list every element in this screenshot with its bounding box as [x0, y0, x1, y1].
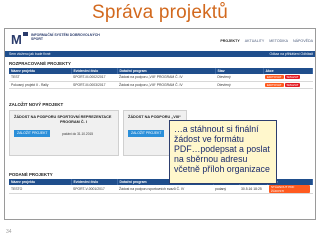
card-title: ŽÁDOST NA PODPORU SPORTOVNÍ REPREZENTACE…	[14, 115, 111, 125]
cell-submitted-date: 30.5.16 18:25	[239, 185, 267, 194]
annotation-callout: …a stáhnout si finální žádost ve formátu…	[169, 120, 277, 184]
cell-project-name: TESTO	[9, 185, 71, 194]
cell-status: podaný	[213, 185, 239, 194]
app-header: M INFORMAČNÍ SYSTÉM DOBROVOLNÝCH SPORT P…	[5, 29, 315, 51]
nav-item-napoveda[interactable]: NÁPOVĚDA	[293, 39, 313, 43]
program-card-1: ŽÁDOST NA PODPORU SPORTOVNÍ REPREZENTACE…	[9, 110, 119, 156]
cell-reg-number: SPORT-III-0003/2017	[71, 81, 117, 89]
cell-status: Otevřený	[215, 81, 263, 89]
card-subtitle: PROGRAM Č. I	[60, 120, 87, 124]
cell-program: Žádost na podporu „VIII“ PROGRAM Č. IV	[117, 74, 215, 82]
callout-text: …a stáhnout si finální žádost ve formátu…	[174, 124, 270, 174]
nav-item-projekty[interactable]: PROJEKTY	[220, 39, 239, 43]
cell-actions: STÁHNOUT PDF ŽÁDOSTI	[267, 185, 313, 194]
breadcrumb[interactable]: Sem vloženo jak bude fixné	[9, 52, 50, 56]
breadcrumb-bar: Sem vloženo jak bude fixné Odkaz na přih…	[5, 51, 315, 57]
table-row: Pokusný projekt II - Rally SPORT-III-000…	[9, 81, 313, 89]
account-links[interactable]: Odkaz na přihlášení Odhlásit	[269, 51, 313, 57]
section-title-in-progress: ROZPRACOVANÉ PROJEKTY	[9, 61, 71, 66]
logo-text: INFORMAČNÍ SYSTÉM DOBROVOLNÝCH SPORT	[31, 33, 100, 41]
create-project-button[interactable]: ZALOŽIT PROJEKT	[128, 130, 165, 137]
cell-status: Otevřený	[215, 74, 263, 82]
page-number: 34	[6, 229, 12, 235]
in-progress-table: Název projektu Evidenční číslo Dotační p…	[9, 68, 313, 89]
nav-item-aktuality[interactable]: AKTUALITY	[245, 39, 265, 43]
delete-button[interactable]: SMAZAT	[284, 75, 301, 80]
create-project-button[interactable]: ZALOŽIT PROJEKT	[14, 130, 51, 137]
cell-actions: EDITOVAT SMAZAT	[263, 81, 313, 89]
card-title-text: ŽÁDOST NA PODPORU SPORTOVNÍ REPREZENTACE	[14, 115, 112, 119]
top-navigation: PROJEKTY AKTUALITY METODIKA NÁPOVĚDA	[220, 39, 313, 43]
cell-actions: EDITOVAT SMAZAT	[263, 74, 313, 82]
cell-program: Žádost na podporu sportovních svazů Č. I…	[117, 185, 213, 194]
download-pdf-button[interactable]: STÁHNOUT PDF ŽÁDOSTI	[269, 185, 310, 193]
nav-item-metodika[interactable]: METODIKA	[269, 39, 288, 43]
cell-reg-number: SPORT-III-0002/2017	[71, 74, 117, 82]
cell-reg-number: SPORT-V-0001/2017	[71, 185, 117, 194]
section-title-new-project: ZALOŽIT NOVÝ PROJEKT	[9, 102, 64, 107]
edit-button[interactable]: EDITOVAT	[265, 82, 284, 87]
svg-text:M: M	[11, 32, 22, 47]
msmt-logo-icon: M	[11, 32, 28, 47]
cell-project-name: TEST	[9, 74, 71, 82]
slide-title: Správa projektů	[91, 2, 229, 23]
cell-project-name: Pokusný projekt II - Rally	[9, 81, 71, 89]
deadline-note: podání do 31.10.2015	[62, 132, 94, 136]
section-title-submitted: PODANÉ PROJEKTY	[9, 172, 53, 177]
edit-button[interactable]: EDITOVAT	[265, 75, 284, 80]
table-row: TESTO SPORT-V-0001/2017 Žádost na podpor…	[9, 185, 313, 194]
delete-button[interactable]: SMAZAT	[284, 82, 301, 87]
cell-program: Žádost na podporu „VIII“ PROGRAM Č. IV	[117, 81, 215, 89]
table-row: TEST SPORT-III-0002/2017 Žádost na podpo…	[9, 74, 313, 82]
